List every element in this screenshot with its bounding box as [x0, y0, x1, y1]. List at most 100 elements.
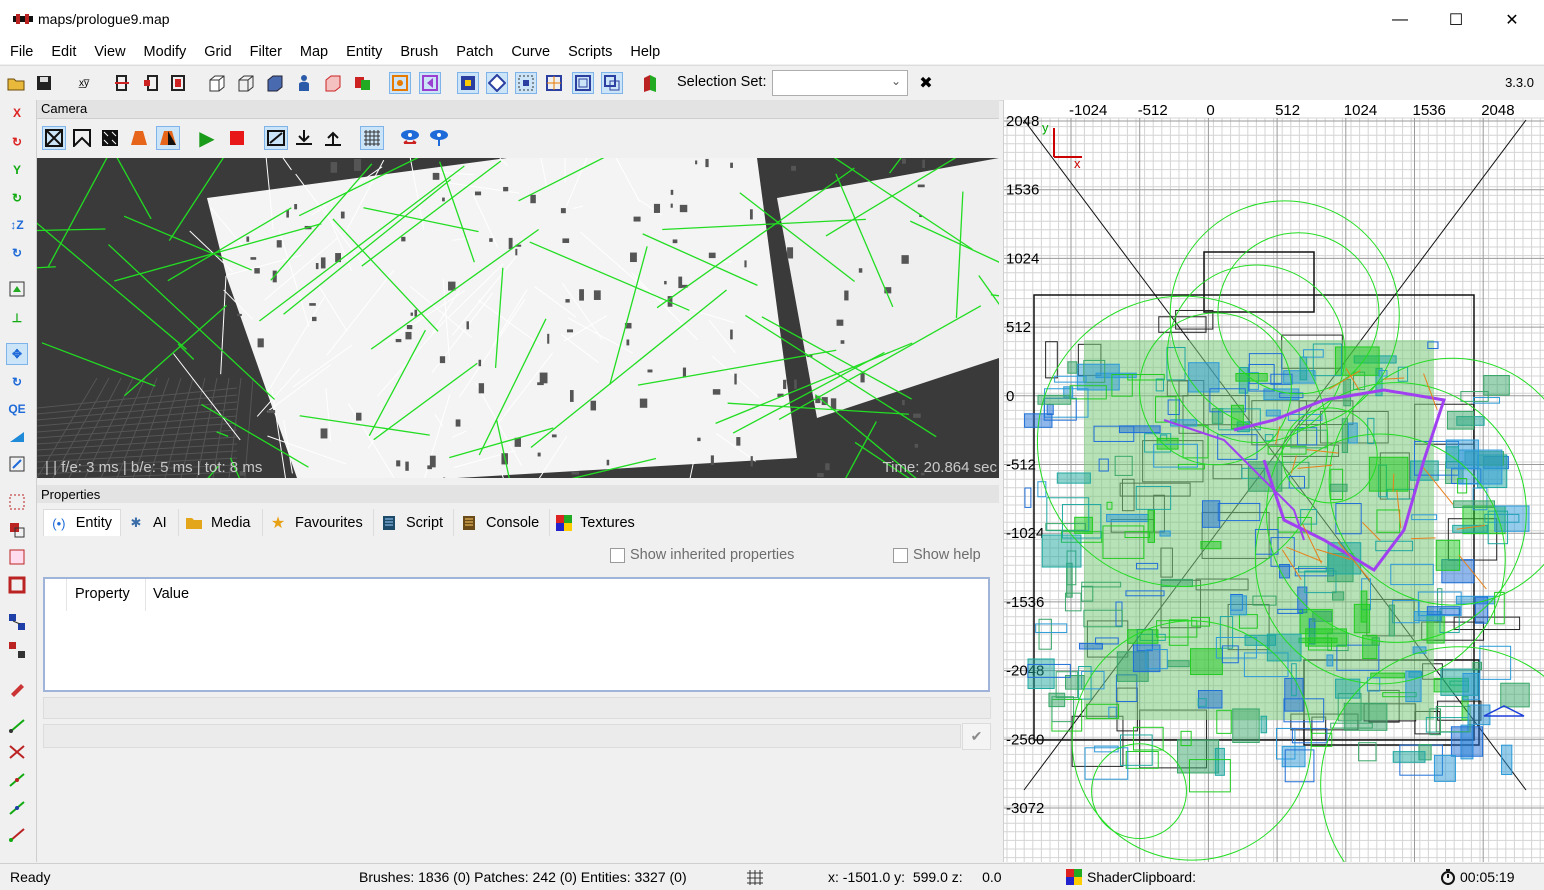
flat-shade-icon[interactable]: [70, 126, 94, 150]
brush-cube-icon[interactable]: [322, 72, 344, 94]
tab-textures[interactable]: Textures: [550, 509, 642, 536]
wireframe-icon[interactable]: [42, 126, 66, 150]
rotate-y-icon[interactable]: ↻: [6, 187, 28, 209]
resize-icon[interactable]: [6, 453, 28, 475]
csg-merge-icon[interactable]: [167, 72, 189, 94]
shadow-icon[interactable]: [156, 126, 180, 150]
tab-ai[interactable]: ✱ AI: [121, 509, 179, 536]
tab-script[interactable]: Script: [374, 509, 454, 536]
snap-to-grid-icon[interactable]: ⊥: [6, 307, 28, 329]
filter-toggle-icon[interactable]: [389, 72, 411, 94]
clip-up-icon[interactable]: [321, 126, 345, 150]
path-d-icon[interactable]: [6, 797, 28, 819]
select-overlay-icon[interactable]: [601, 72, 623, 94]
flip-z-icon[interactable]: ↕Z: [6, 214, 28, 236]
menu-filter[interactable]: Filter: [240, 44, 290, 60]
select-group-icon[interactable]: [6, 519, 28, 541]
flip-y-icon[interactable]: Y: [6, 159, 28, 181]
far-clip-icon[interactable]: [264, 126, 288, 150]
node-unlink-icon[interactable]: [6, 639, 28, 661]
clip-down-icon[interactable]: [292, 126, 316, 150]
path-b-icon[interactable]: [6, 741, 28, 763]
menu-patch[interactable]: Patch: [446, 44, 501, 60]
csg-subtract-icon[interactable]: [140, 72, 162, 94]
scene-detail: [570, 390, 574, 402]
select-complete-icon[interactable]: [457, 72, 479, 94]
menu-curve[interactable]: Curve: [501, 44, 558, 60]
menu-edit[interactable]: Edit: [41, 44, 84, 60]
xy-ortho-viewport[interactable]: -1024-5120512102415362048204815361024512…: [1003, 100, 1544, 862]
menu-grid[interactable]: Grid: [194, 44, 239, 60]
camera-viewport[interactable]: | | f/e: 3 ms | b/e: 5 ms | tot: 8 ms Ti…: [37, 158, 999, 478]
menu-view[interactable]: View: [84, 44, 133, 60]
node-link-icon[interactable]: [6, 611, 28, 633]
grid-icon[interactable]: [360, 126, 384, 150]
play-icon[interactable]: ▶: [195, 126, 219, 150]
select-inside-icon[interactable]: [515, 72, 537, 94]
scale-icon[interactable]: [6, 426, 28, 448]
entity-icon[interactable]: [293, 72, 315, 94]
menu-file[interactable]: File: [0, 44, 41, 60]
select-region-icon[interactable]: [6, 491, 28, 513]
path-e-icon[interactable]: [6, 824, 28, 846]
menu-entity[interactable]: Entity: [336, 44, 390, 60]
clear-selection-set-button[interactable]: ✖: [915, 72, 937, 94]
map-brush: [1473, 662, 1482, 669]
rotate-x-icon[interactable]: ↻: [6, 131, 28, 153]
tab-media[interactable]: Media: [179, 509, 263, 536]
save-icon[interactable]: [33, 72, 55, 94]
patch-icon[interactable]: [351, 72, 373, 94]
tab-entity[interactable]: (•) Entity: [43, 509, 121, 536]
rotate-icon[interactable]: ↻: [6, 371, 28, 393]
camera-toggle-icon[interactable]: [419, 72, 441, 94]
rotate-z-icon[interactable]: ↻: [6, 242, 28, 264]
translate-icon[interactable]: ✥: [6, 343, 28, 365]
clipper-icon[interactable]: [111, 72, 133, 94]
texture-cube-icon[interactable]: [264, 72, 286, 94]
menu-scripts[interactable]: Scripts: [558, 44, 620, 60]
scene-detail: [411, 313, 413, 316]
texture-lock-icon[interactable]: [6, 278, 28, 300]
scene-detail: [547, 334, 549, 344]
column-header-property[interactable]: Property: [75, 586, 130, 602]
qe-tool-icon[interactable]: QE: [6, 398, 28, 420]
lighting-icon[interactable]: [127, 126, 151, 150]
surface-inspector-icon[interactable]: [639, 72, 661, 94]
xyz-flip-icon[interactable]: x̲y̅: [73, 72, 95, 94]
maximize-button[interactable]: ☐: [1428, 0, 1484, 40]
path-c-icon[interactable]: [6, 769, 28, 791]
green-wire-line: [42, 343, 155, 386]
select-partial-icon[interactable]: [543, 72, 565, 94]
minimize-button[interactable]: —: [1372, 0, 1428, 40]
column-header-value[interactable]: Value: [153, 586, 189, 602]
apply-button[interactable]: ✔: [962, 723, 991, 750]
menu-modify[interactable]: Modify: [134, 44, 195, 60]
open-icon[interactable]: [5, 72, 27, 94]
show-inherited-checkbox[interactable]: Show inherited properties: [610, 547, 794, 563]
close-button[interactable]: ✕: [1484, 0, 1540, 40]
value-input[interactable]: [43, 724, 961, 748]
entity-pick-icon[interactable]: [6, 677, 28, 699]
select-frame-icon[interactable]: [6, 574, 28, 596]
select-box-icon[interactable]: [6, 546, 28, 568]
key-input[interactable]: [43, 697, 991, 719]
menu-brush[interactable]: Brush: [390, 44, 446, 60]
menu-map[interactable]: Map: [290, 44, 336, 60]
tab-console[interactable]: Console: [454, 509, 550, 536]
select-face-icon[interactable]: [572, 72, 594, 94]
selection-set-combobox[interactable]: ⌄: [772, 70, 908, 96]
select-touching-icon[interactable]: [486, 72, 508, 94]
cube-outline-icon[interactable]: [235, 72, 257, 94]
flip-x-icon[interactable]: X: [6, 102, 28, 124]
property-table[interactable]: Property Value: [43, 577, 990, 692]
strafe-icon[interactable]: [398, 126, 422, 150]
tab-favourites[interactable]: ★ Favourites: [263, 509, 374, 536]
textured-icon[interactable]: [98, 126, 122, 150]
stop-icon[interactable]: [225, 126, 249, 150]
path-a-icon[interactable]: [6, 715, 28, 737]
show-help-checkbox[interactable]: Show help: [893, 547, 981, 563]
menu-help[interactable]: Help: [620, 44, 668, 60]
cube-icon[interactable]: [206, 72, 228, 94]
map-brush: [1463, 673, 1479, 699]
look-icon[interactable]: [427, 126, 451, 150]
